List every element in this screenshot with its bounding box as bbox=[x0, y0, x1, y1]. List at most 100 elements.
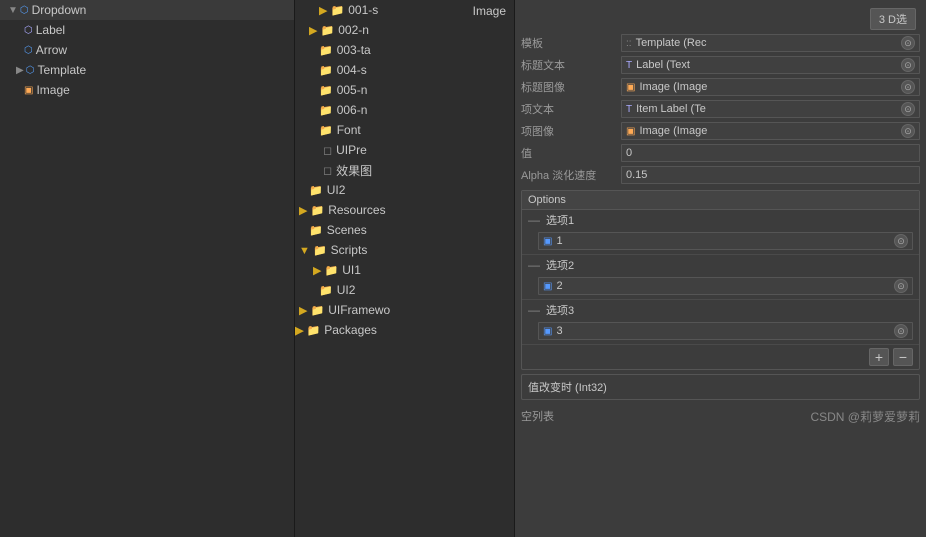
empty-list-label: 空列表 bbox=[521, 408, 554, 424]
pick-button-template[interactable]: ⊙ bbox=[901, 36, 915, 50]
pick-button-opt3[interactable]: ⊙ bbox=[894, 324, 908, 338]
3d-select-button[interactable]: 3 D选 bbox=[870, 8, 916, 30]
watermark-text: CSDN @莉萝爱萝莉 bbox=[810, 408, 920, 425]
file-item-effect[interactable]: ◻ 效果图 bbox=[295, 160, 465, 180]
label-icon: ⬡ bbox=[24, 25, 33, 36]
option-group-2: — 选项2 ▣ 2 ⊙ bbox=[522, 255, 919, 300]
file-item-scripts[interactable]: ▼ 📁 Scripts bbox=[295, 240, 465, 260]
empty-list-row: 空列表 CSDN @莉萝爱萝莉 bbox=[515, 404, 926, 428]
field-label-value: 值 bbox=[521, 145, 621, 161]
folder-icon-006: 📁 bbox=[319, 104, 333, 117]
folder-icon-ui1: ▶ 📁 bbox=[313, 264, 338, 277]
tree-item-label[interactable]: ⬡ Label bbox=[0, 20, 294, 40]
inspector-row-value: 值 0 bbox=[515, 142, 926, 164]
field-label-caption-text: 标题文本 bbox=[521, 57, 621, 73]
file-item-002[interactable]: ▶ 📁 002-n bbox=[295, 20, 465, 40]
sprite-icon-3: ▣ bbox=[543, 326, 552, 337]
tree-item-dropdown[interactable]: ▼ ⬡ Dropdown bbox=[0, 0, 294, 20]
file-text-005: 005-n bbox=[337, 83, 368, 97]
add-remove-row: + − bbox=[522, 345, 919, 369]
field-value-value[interactable]: 0 bbox=[621, 144, 920, 162]
field-value-caption-image-text: Image (Image bbox=[639, 81, 707, 93]
text-icon2: T bbox=[626, 104, 632, 115]
pick-button-caption-image[interactable]: ⊙ bbox=[901, 80, 915, 94]
add-option-button[interactable]: + bbox=[869, 348, 889, 366]
file-text-effect: 效果图 bbox=[336, 162, 372, 179]
file-item-ui2a[interactable]: 📁 UI2 bbox=[295, 180, 465, 200]
option-val-3: 3 bbox=[556, 325, 562, 337]
inspector-row-caption-image: 标题图像 ▣ Image (Image ⊙ bbox=[515, 76, 926, 98]
file-text-resources: Resources bbox=[328, 203, 385, 217]
folder-icon-resources: ▶ 📁 bbox=[299, 204, 324, 217]
field-value-value-text: 0 bbox=[626, 147, 632, 159]
remove-option-button[interactable]: − bbox=[893, 348, 913, 366]
hierarchy-panel: ▼ ⬡ Dropdown ⬡ Label ⬡ Arrow ▶ ⬡ Templat… bbox=[0, 0, 295, 537]
file-text-uiframework: UIFramewo bbox=[328, 303, 390, 317]
field-label-item-text: 项文本 bbox=[521, 101, 621, 117]
option-dash-3: — bbox=[528, 303, 540, 317]
option-val-box-3[interactable]: ▣ 3 ⊙ bbox=[538, 322, 913, 340]
tree-item-image[interactable]: ▣ Image bbox=[0, 80, 294, 100]
file-item-uiframework[interactable]: ▶ 📁 UIFramewo bbox=[295, 300, 465, 320]
pick-button-item-text[interactable]: ⊙ bbox=[901, 102, 915, 116]
file-item-003[interactable]: 📁 003-ta bbox=[295, 40, 465, 60]
tree-item-arrow[interactable]: ⬡ Arrow bbox=[0, 40, 294, 60]
file-text-003: 003-ta bbox=[337, 43, 371, 57]
field-label-caption-image: 标题图像 bbox=[521, 79, 621, 95]
file-item-ui2b[interactable]: 📁 UI2 bbox=[295, 280, 465, 300]
expand-arrow-dropdown: ▼ bbox=[8, 5, 18, 16]
file-item-ui1[interactable]: ▶ 📁 UI1 bbox=[295, 260, 465, 280]
pick-button-caption-text[interactable]: ⊙ bbox=[901, 58, 915, 72]
pick-button-opt2[interactable]: ⊙ bbox=[894, 279, 908, 293]
file-text-scripts: Scripts bbox=[331, 243, 368, 257]
options-header: Options bbox=[522, 191, 919, 210]
field-value-caption-text[interactable]: T Label (Text ⊙ bbox=[621, 56, 920, 74]
inspector-row-alpha: Alpha 淡化速度 0.15 bbox=[515, 164, 926, 186]
file-item-resources[interactable]: ▶ 📁 Resources bbox=[295, 200, 465, 220]
option-title-2: 选项2 bbox=[546, 257, 574, 273]
inspector-row-item-text: 项文本 T Item Label (Te ⊙ bbox=[515, 98, 926, 120]
file-icon-effect: ◻ bbox=[323, 164, 332, 177]
folder-icon-004: 📁 bbox=[319, 64, 333, 77]
option-val-box-1[interactable]: ▣ 1 ⊙ bbox=[538, 232, 913, 250]
sprite-icon-2: ▣ bbox=[543, 281, 552, 292]
option-group-1: — 选项1 ▣ 1 ⊙ bbox=[522, 210, 919, 255]
file-item-005[interactable]: 📁 005-n bbox=[295, 80, 465, 100]
file-item-font[interactable]: 📁 Font bbox=[295, 120, 465, 140]
option-title-row-2: — 选项2 bbox=[522, 255, 919, 275]
folder-icon-002: ▶ 📁 bbox=[309, 24, 334, 37]
folder-icon-003: 📁 bbox=[319, 44, 333, 57]
image-val-icon: ▣ bbox=[626, 82, 635, 93]
template-cube-icon: ⬡ bbox=[26, 65, 35, 76]
file-icon-uipre: ◻ bbox=[323, 144, 332, 157]
inspector-row-caption-text: 标题文本 T Label (Text ⊙ bbox=[515, 54, 926, 76]
option-val-box-2[interactable]: ▣ 2 ⊙ bbox=[538, 277, 913, 295]
pick-button-opt1[interactable]: ⊙ bbox=[894, 234, 908, 248]
file-text-002: 002-n bbox=[338, 23, 369, 37]
image-val-icon2: ▣ bbox=[626, 126, 635, 137]
option-value-row-3: ▣ 3 ⊙ bbox=[522, 320, 919, 344]
option-title-3: 选项3 bbox=[546, 302, 574, 318]
file-item-scenes[interactable]: 📁 Scenes bbox=[295, 220, 465, 240]
tree-label-dropdown: Dropdown bbox=[32, 3, 87, 17]
file-item-006[interactable]: 📁 006-n bbox=[295, 100, 465, 120]
file-item-004[interactable]: 📁 004-s bbox=[295, 60, 465, 80]
field-value-caption-image[interactable]: ▣ Image (Image ⊙ bbox=[621, 78, 920, 96]
folder-icon-ui2a: 📁 bbox=[309, 184, 323, 197]
field-value-alpha[interactable]: 0.15 bbox=[621, 166, 920, 184]
field-label-item-image: 项图像 bbox=[521, 123, 621, 139]
file-text-006: 006-n bbox=[337, 103, 368, 117]
file-text-001: 001-s bbox=[348, 3, 378, 17]
file-item-packages[interactable]: ▶ 📁 Packages bbox=[295, 320, 465, 340]
file-text-font: Font bbox=[337, 123, 361, 137]
tree-label-label: Label bbox=[36, 23, 65, 37]
file-item-uipre[interactable]: ◻ UIPre bbox=[295, 140, 465, 160]
event-section-onchange: 值改变时 (Int32) bbox=[521, 374, 920, 400]
tree-item-template[interactable]: ▶ ⬡ Template bbox=[0, 60, 294, 80]
field-value-template[interactable]: :: Template (Rec ⊙ bbox=[621, 34, 920, 52]
file-item-001[interactable]: ▶ 📁 001-s bbox=[295, 0, 465, 20]
field-value-item-image[interactable]: ▣ Image (Image ⊙ bbox=[621, 122, 920, 140]
folder-icon-scenes: 📁 bbox=[309, 224, 323, 237]
pick-button-item-image[interactable]: ⊙ bbox=[901, 124, 915, 138]
field-value-item-text[interactable]: T Item Label (Te ⊙ bbox=[621, 100, 920, 118]
